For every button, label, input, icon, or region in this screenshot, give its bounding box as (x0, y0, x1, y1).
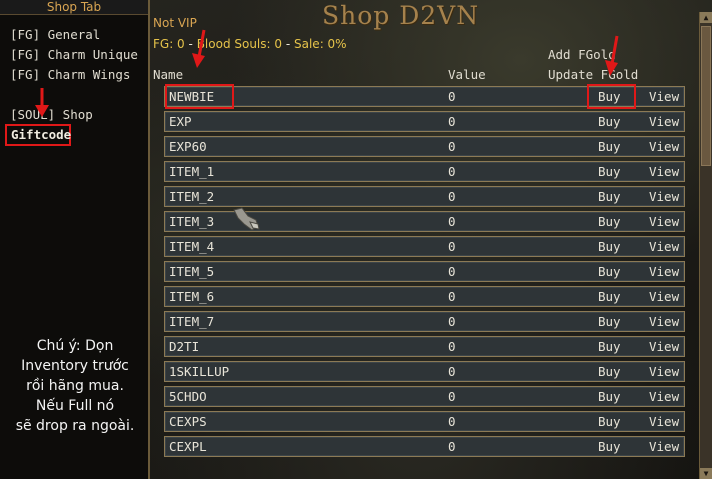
hand-cursor-icon (233, 207, 260, 231)
annotation-arrows (35, 29, 619, 117)
arrow-to-buy-icon (610, 35, 619, 65)
arrow-to-name-icon (197, 29, 206, 58)
